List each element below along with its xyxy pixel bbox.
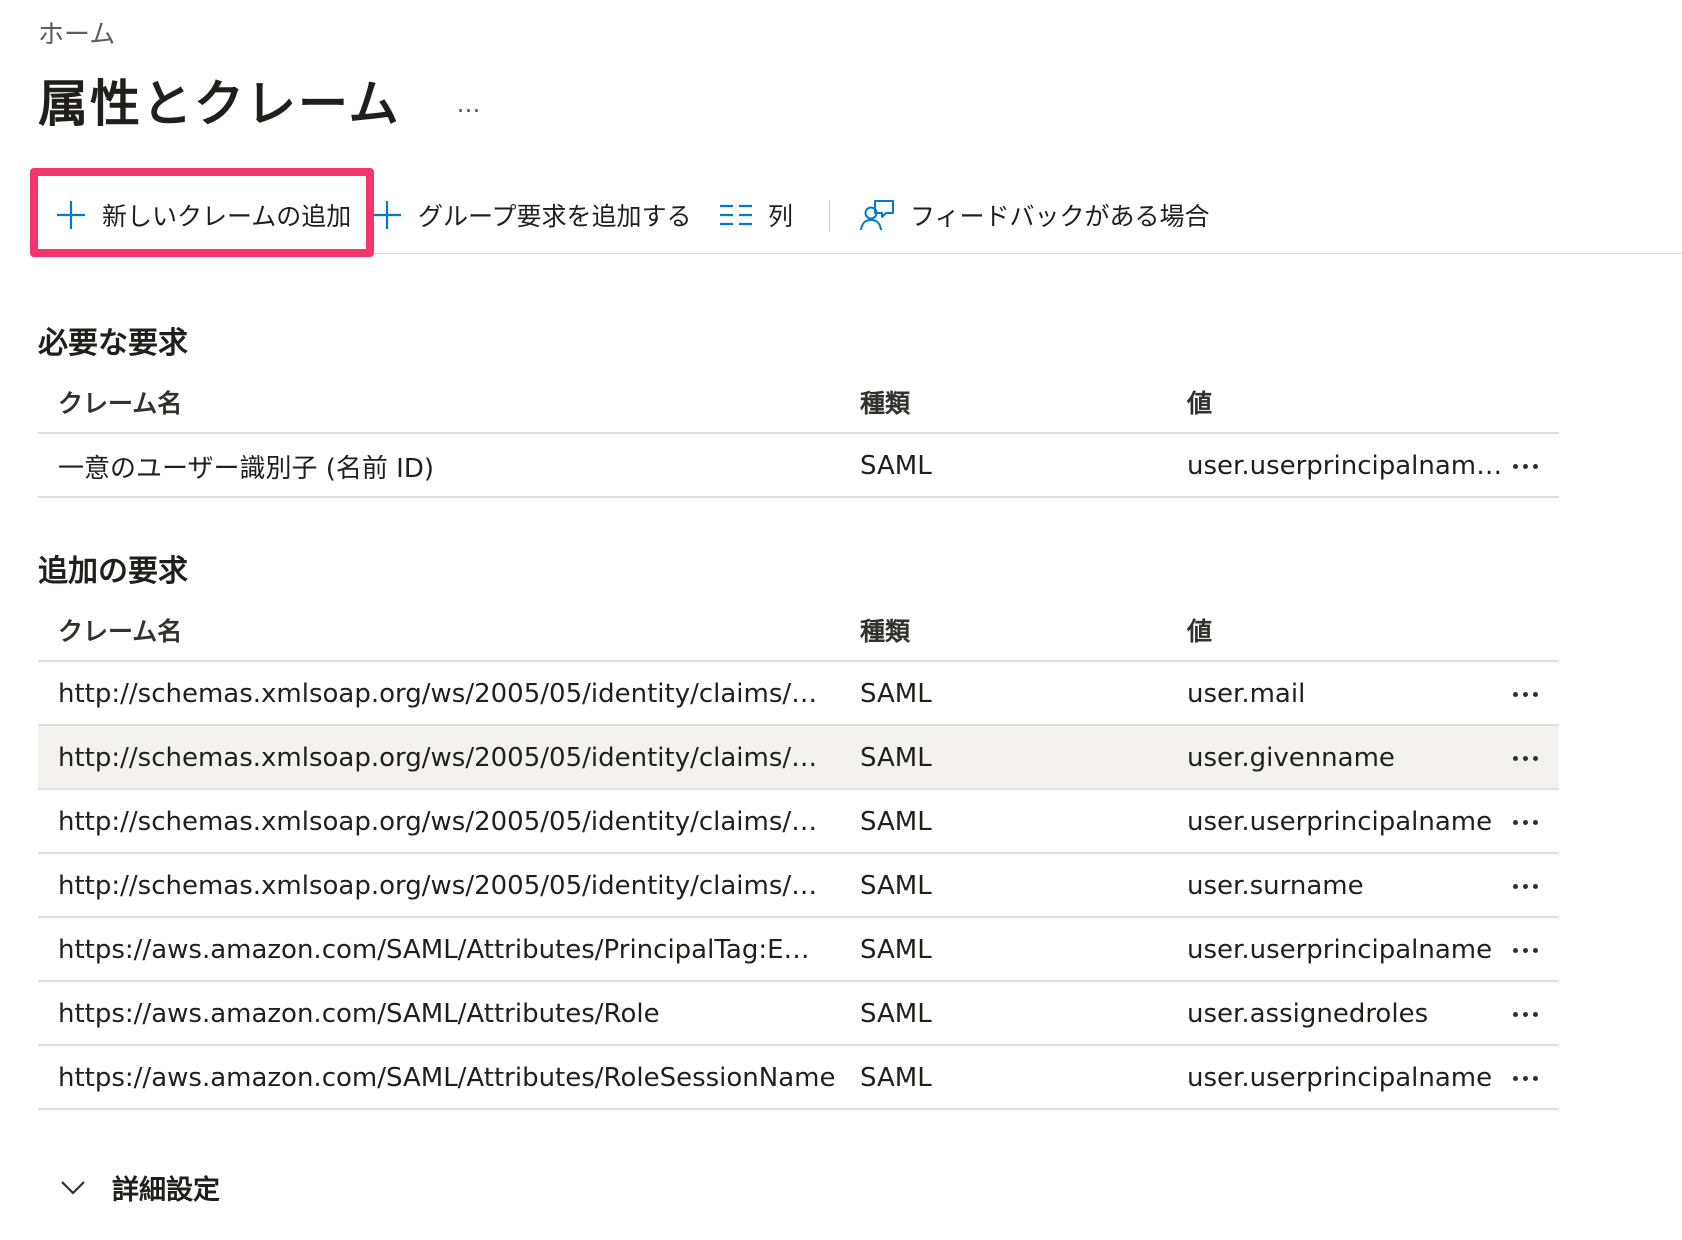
more-icon <box>1512 947 1538 953</box>
add-group-claim-label: グループ要求を追加する <box>418 202 692 231</box>
plus-icon <box>56 200 86 230</box>
more-icon <box>1512 1011 1538 1017</box>
claim-name-cell[interactable]: http://schemas.xmlsoap.org/ws/2005/05/id… <box>58 662 878 726</box>
add-claim-label: 新しいクレームの追加 <box>102 202 352 231</box>
claim-value-cell: user.givenname <box>1187 743 1395 773</box>
table-row[interactable]: http://schemas.xmlsoap.org/ws/2005/05/id… <box>38 662 1559 726</box>
row-more-button[interactable] <box>1500 982 1550 1046</box>
row-more-button[interactable] <box>1500 434 1550 498</box>
claim-name-cell[interactable]: https://aws.amazon.com/SAML/Attributes/R… <box>58 982 878 1046</box>
claim-value-cell: user.surname <box>1187 871 1364 901</box>
chevron-down-icon <box>60 1180 86 1196</box>
additional-claims-title: 追加の要求 <box>38 554 188 589</box>
claim-value-cell: user.userprincipalname <box>1187 807 1493 837</box>
table-row[interactable]: http://schemas.xmlsoap.org/ws/2005/05/id… <box>38 854 1559 918</box>
page: ホーム 属性とクレーム … 新しいクレームの追加 グループ要求を追加する 列 フ… <box>0 0 1682 1240</box>
page-title: 属性とクレーム <box>38 75 401 133</box>
plus-icon <box>372 200 402 230</box>
claim-value-cell: user.userprincipalnam… <box>1187 451 1503 481</box>
claim-name-cell[interactable]: https://aws.amazon.com/SAML/Attributes/P… <box>58 918 878 982</box>
claim-type-cell: SAML <box>860 871 932 901</box>
claim-name-cell[interactable]: http://schemas.xmlsoap.org/ws/2005/05/id… <box>58 790 878 854</box>
claim-value-cell: user.userprincipalname <box>1187 935 1493 965</box>
feedback-person-icon <box>860 199 894 231</box>
table-header-row: クレーム名 種類 値 <box>38 370 1559 434</box>
table-row[interactable]: http://schemas.xmlsoap.org/ws/2005/05/id… <box>38 726 1559 790</box>
required-claims-title: 必要な要求 <box>38 326 188 361</box>
advanced-settings-toggle[interactable]: 詳細設定 <box>60 1168 220 1207</box>
more-icon <box>1512 883 1538 889</box>
table-row[interactable]: https://aws.amazon.com/SAML/Attributes/R… <box>38 1046 1559 1110</box>
required-claims-table: クレーム名 種類 値 一意のユーザー識別子 (名前 ID) SAML user.… <box>38 370 1559 498</box>
table-row[interactable]: 一意のユーザー識別子 (名前 ID) SAML user.userprincip… <box>38 434 1559 498</box>
claim-type-cell: SAML <box>860 451 932 481</box>
column-header-type[interactable]: 種類 <box>860 370 1160 434</box>
table-row[interactable]: http://schemas.xmlsoap.org/ws/2005/05/id… <box>38 790 1559 854</box>
column-header-claim-name[interactable]: クレーム名 <box>58 598 878 662</box>
claim-name-cell[interactable]: http://schemas.xmlsoap.org/ws/2005/05/id… <box>58 854 878 918</box>
feedback-button[interactable]: フィードバックがある場合 <box>860 176 1210 254</box>
more-icon <box>1512 755 1538 761</box>
claim-type-cell: SAML <box>860 743 932 773</box>
claim-type-cell: SAML <box>860 1063 932 1093</box>
more-icon <box>1512 1075 1538 1081</box>
add-group-claim-button[interactable]: グループ要求を追加する <box>372 176 692 254</box>
table-row[interactable]: https://aws.amazon.com/SAML/Attributes/R… <box>38 982 1559 1046</box>
add-claim-button[interactable]: 新しいクレームの追加 <box>56 176 351 254</box>
row-more-button[interactable] <box>1500 790 1550 854</box>
more-icon <box>1512 819 1538 825</box>
columns-label: 列 <box>768 202 794 231</box>
claim-name-cell[interactable]: 一意のユーザー識別子 (名前 ID) <box>58 434 878 498</box>
table-header-row: クレーム名 種類 値 <box>38 598 1559 662</box>
claim-type-cell: SAML <box>860 679 932 709</box>
page-more-button[interactable]: … <box>457 90 484 118</box>
additional-claims-table: クレーム名 種類 値 http://schemas.xmlsoap.org/ws… <box>38 598 1559 1110</box>
feedback-label: フィードバックがある場合 <box>910 202 1210 231</box>
column-header-value[interactable]: 値 <box>1187 370 1527 434</box>
row-more-button[interactable] <box>1500 726 1550 790</box>
breadcrumb[interactable]: ホーム <box>38 14 115 51</box>
command-bar: 新しいクレームの追加 グループ要求を追加する 列 フィードバックがある場合 <box>38 176 1682 254</box>
toolbar-divider <box>829 200 830 232</box>
row-more-button[interactable] <box>1500 1046 1550 1110</box>
more-icon <box>1512 691 1538 697</box>
claim-name-cell[interactable]: https://aws.amazon.com/SAML/Attributes/R… <box>58 1046 878 1110</box>
row-more-button[interactable] <box>1500 918 1550 982</box>
advanced-settings-label: 詳細設定 <box>112 1175 220 1206</box>
columns-button[interactable]: 列 <box>720 176 793 254</box>
claim-name-cell[interactable]: http://schemas.xmlsoap.org/ws/2005/05/id… <box>58 726 878 790</box>
column-header-value[interactable]: 値 <box>1187 598 1527 662</box>
columns-icon <box>720 204 752 226</box>
table-row[interactable]: https://aws.amazon.com/SAML/Attributes/P… <box>38 918 1559 982</box>
row-more-button[interactable] <box>1500 662 1550 726</box>
column-header-claim-name[interactable]: クレーム名 <box>58 370 878 434</box>
claim-type-cell: SAML <box>860 999 932 1029</box>
claim-type-cell: SAML <box>860 935 932 965</box>
claim-value-cell: user.assignedroles <box>1187 999 1429 1029</box>
more-icon <box>1512 463 1538 469</box>
claim-type-cell: SAML <box>860 807 932 837</box>
title-row: 属性とクレーム … <box>38 64 484 136</box>
row-more-button[interactable] <box>1500 854 1550 918</box>
claim-value-cell: user.userprincipalname <box>1187 1063 1493 1093</box>
claim-value-cell: user.mail <box>1187 679 1306 709</box>
column-header-type[interactable]: 種類 <box>860 598 1160 662</box>
